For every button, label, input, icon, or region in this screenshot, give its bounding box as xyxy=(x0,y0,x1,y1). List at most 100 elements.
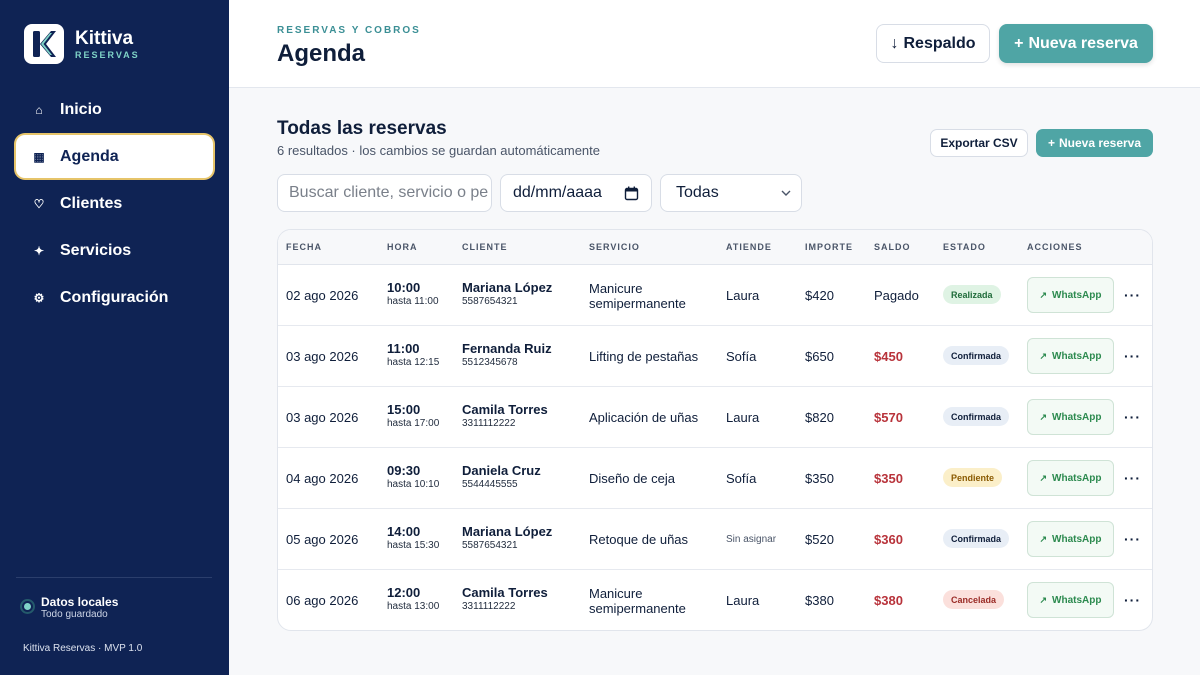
cell-saldo: Pagado xyxy=(874,288,919,303)
cell-importe: $350 xyxy=(805,471,834,486)
cell-cliente[interactable]: Fernanda Ruiz 5512345678 xyxy=(462,341,552,368)
cell-atiende: Laura xyxy=(726,288,760,303)
whatsapp-button[interactable]: ↗ WhatsApp xyxy=(1027,521,1114,557)
calendar-icon[interactable] xyxy=(624,186,639,201)
cell-importe: $380 xyxy=(805,593,834,608)
cell-fecha: 05 ago 2026 xyxy=(286,532,359,547)
status-filter-select[interactable]: Todas xyxy=(660,174,802,212)
more-options-icon[interactable]: ··· xyxy=(1124,470,1141,486)
more-options-icon[interactable]: ··· xyxy=(1124,348,1141,364)
logo-k-icon xyxy=(33,31,56,57)
column-header-cliente: CLIENTE xyxy=(462,242,508,252)
sidebar-item-agenda[interactable]: ▦ Agenda xyxy=(16,135,213,178)
end-time: hasta 17:00 xyxy=(387,418,440,429)
whatsapp-button[interactable]: ↗ WhatsApp xyxy=(1027,399,1114,435)
new-reservation-button[interactable]: + Nueva reserva xyxy=(999,24,1153,63)
kittiva-logo xyxy=(24,24,64,64)
local-data-status: Datos locales Todo guardado xyxy=(22,595,118,620)
cell-saldo: $450 xyxy=(874,349,903,364)
client-name: Camila Torres xyxy=(462,402,548,417)
start-time: 14:00 xyxy=(387,524,421,539)
cell-servicio: Diseño de ceja xyxy=(589,471,675,486)
table-row[interactable]: 06 ago 2026 12:00 hasta 13:00 Camila Tor… xyxy=(278,570,1152,630)
cell-cliente[interactable]: Camila Torres 3311112222 xyxy=(462,402,548,429)
client-name: Camila Torres xyxy=(462,585,548,600)
cell-hora: 10:00 hasta 11:00 xyxy=(387,280,439,307)
chevron-down-icon xyxy=(781,190,791,196)
sidebar-item-inicio[interactable]: ⌂ Inicio xyxy=(16,88,213,131)
sidebar-item-configuracion[interactable]: ⚙ Configuración xyxy=(16,276,213,319)
start-time: 11:00 xyxy=(387,341,420,356)
cell-cliente[interactable]: Mariana López 5587654321 xyxy=(462,524,552,551)
end-time: hasta 15:30 xyxy=(387,540,440,551)
new-reservation-small-button[interactable]: + Nueva reserva xyxy=(1036,129,1153,157)
cell-hora: 15:00 hasta 17:00 xyxy=(387,402,439,429)
sidebar-item-label: Clientes xyxy=(60,194,123,212)
sidebar-item-label: Configuración xyxy=(60,288,169,306)
cell-cliente[interactable]: Mariana López 5587654321 xyxy=(462,280,552,307)
cell-cliente[interactable]: Daniela Cruz 5544445555 xyxy=(462,463,541,490)
table-header: FECHA HORA CLIENTE SERVICIO ATIENDE IMPO… xyxy=(278,230,1152,265)
client-name: Daniela Cruz xyxy=(462,463,541,478)
start-time: 10:00 xyxy=(387,280,421,295)
table-row[interactable]: 04 ago 2026 09:30 hasta 10:10 Daniela Cr… xyxy=(278,448,1152,509)
cell-servicio: Lifting de pestañas xyxy=(589,349,699,364)
more-options-icon[interactable]: ··· xyxy=(1124,287,1141,303)
cell-atiende: Sofía xyxy=(726,349,757,364)
client-phone: 5587654321 xyxy=(462,540,518,551)
whatsapp-label: WhatsApp xyxy=(1052,289,1102,301)
whatsapp-label: WhatsApp xyxy=(1052,350,1102,362)
cell-atiende: Laura xyxy=(726,410,760,425)
start-time: 09:30 xyxy=(387,463,421,478)
client-name: Mariana López xyxy=(462,524,553,539)
whatsapp-label: WhatsApp xyxy=(1052,472,1102,484)
brand[interactable]: Kittiva RESERVAS xyxy=(24,24,140,64)
breadcrumb: RESERVAS Y COBROS xyxy=(277,25,421,36)
table-row[interactable]: 03 ago 2026 15:00 hasta 17:00 Camila Tor… xyxy=(278,387,1152,448)
end-time: hasta 13:00 xyxy=(387,601,440,612)
table-row[interactable]: 05 ago 2026 14:00 hasta 15:30 Mariana Ló… xyxy=(278,509,1152,570)
column-header-importe: IMPORTE xyxy=(805,242,854,252)
reservations-table: FECHA HORA CLIENTE SERVICIO ATIENDE IMPO… xyxy=(277,229,1153,631)
cell-importe: $520 xyxy=(805,532,834,547)
table-row[interactable]: 02 ago 2026 10:00 hasta 11:00 Mariana Ló… xyxy=(278,265,1152,326)
cell-fecha: 06 ago 2026 xyxy=(286,593,359,608)
cell-atiende: Laura xyxy=(726,593,760,608)
cell-servicio: Manicure semipermanente xyxy=(589,586,686,616)
column-header-fecha: FECHA xyxy=(286,242,322,252)
client-name: Mariana López xyxy=(462,280,553,295)
cell-fecha: 02 ago 2026 xyxy=(286,288,359,303)
sidebar-divider xyxy=(16,577,212,578)
sidebar: Kittiva RESERVAS ⌂ Inicio ▦ Agenda ♡ Cli… xyxy=(0,0,229,675)
sidebar-item-label: Servicios xyxy=(60,241,132,259)
whatsapp-label: WhatsApp xyxy=(1052,411,1102,423)
status-dot-icon xyxy=(22,601,33,612)
sidebar-item-servicios[interactable]: ✦ Servicios xyxy=(16,229,213,272)
sidebar-item-clientes[interactable]: ♡ Clientes xyxy=(16,182,213,225)
status-badge: Confirmada xyxy=(943,346,1010,365)
table-row[interactable]: 03 ago 2026 11:00 hasta 12:15 Fernanda R… xyxy=(278,326,1152,387)
arrow-up-right-icon: ↗ xyxy=(1039,350,1048,361)
more-options-icon[interactable]: ··· xyxy=(1124,409,1141,425)
search-input[interactable] xyxy=(277,174,492,212)
export-csv-button[interactable]: Exportar CSV xyxy=(930,129,1028,157)
whatsapp-button[interactable]: ↗ WhatsApp xyxy=(1027,582,1114,618)
date-filter-input[interactable]: dd/mm/aaaa xyxy=(500,174,652,212)
whatsapp-button[interactable]: ↗ WhatsApp xyxy=(1027,460,1114,496)
client-phone: 5544445555 xyxy=(462,479,518,490)
arrow-up-right-icon: ↗ xyxy=(1039,533,1048,544)
more-options-icon[interactable]: ··· xyxy=(1124,531,1141,547)
whatsapp-button[interactable]: ↗ WhatsApp xyxy=(1027,277,1114,313)
status-badge: Pendiente xyxy=(943,468,1003,487)
backup-button[interactable]: ↓ Respaldo xyxy=(876,24,990,63)
cell-cliente[interactable]: Camila Torres 3311112222 xyxy=(462,585,548,612)
column-header-hora: HORA xyxy=(387,242,418,252)
more-options-icon[interactable]: ··· xyxy=(1124,592,1141,608)
status-badge: Cancelada xyxy=(943,590,1005,609)
whatsapp-button[interactable]: ↗ WhatsApp xyxy=(1027,338,1114,374)
cell-hora: 12:00 hasta 13:00 xyxy=(387,585,439,612)
start-time: 12:00 xyxy=(387,585,421,600)
plus-icon: + xyxy=(1014,34,1024,52)
cell-fecha: 04 ago 2026 xyxy=(286,471,359,486)
cell-fecha: 03 ago 2026 xyxy=(286,349,359,364)
